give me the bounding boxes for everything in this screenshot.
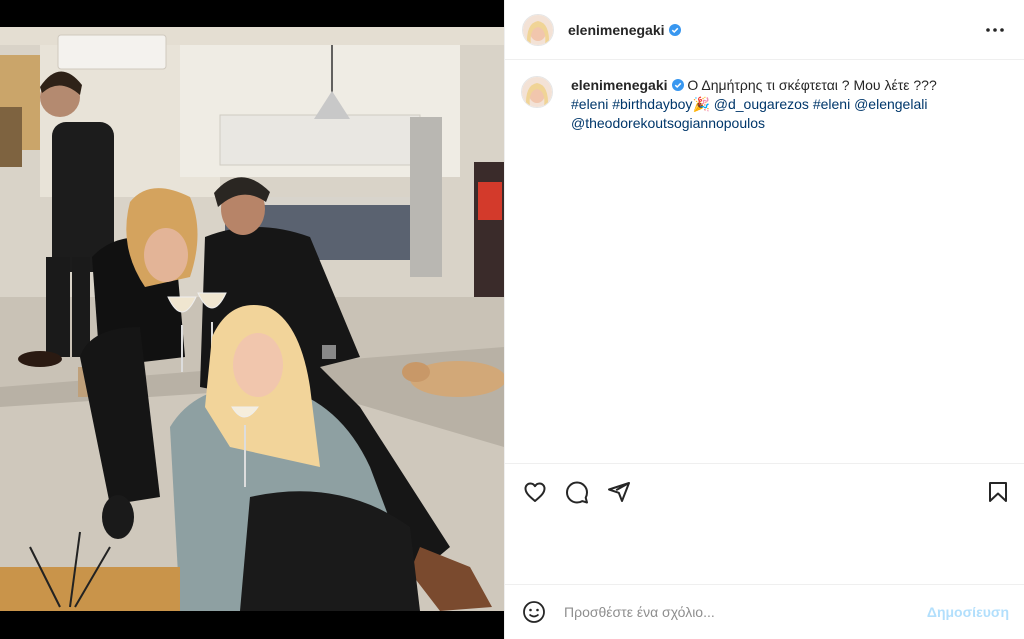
hashtag-link[interactable]: #eleni <box>571 96 608 112</box>
caption-text: elenimenegaki Ο Δημήτρης τι σκέφτεται ? … <box>571 76 991 133</box>
share-icon[interactable] <box>605 478 633 506</box>
post-header: elenimenegaki <box>505 0 1024 60</box>
post-actions <box>505 463 1024 519</box>
caption-verified-badge-icon <box>671 79 684 91</box>
bookmark-icon[interactable] <box>984 478 1012 506</box>
post-photo[interactable] <box>0 27 504 611</box>
hashtag-link[interactable]: #birthdayboy <box>612 96 692 112</box>
post-username[interactable]: elenimenegaki <box>568 22 665 38</box>
caption-avatar[interactable] <box>521 76 553 108</box>
post-caption: elenimenegaki Ο Δημήτρης τι σκέφτεται ? … <box>521 76 1001 133</box>
heart-icon[interactable] <box>521 478 549 506</box>
comment-input[interactable] <box>562 603 896 621</box>
post-sidebar: elenimenegaki elenimenegaki Ο Δημήτρης τ… <box>504 0 1024 639</box>
caption-body: Ο Δημήτρης τι σκέφτεται ? Μου λέτε ??? <box>683 77 937 93</box>
more-options-icon[interactable] <box>983 18 1007 42</box>
comment-bar: Δημοσίευση <box>505 584 1024 639</box>
mention-link[interactable]: @elengelali <box>854 96 927 112</box>
verified-badge-icon <box>668 23 681 36</box>
comment-icon[interactable] <box>563 478 591 506</box>
hashtag-link[interactable]: #eleni <box>813 96 850 112</box>
party-popper-emoji: 🎉 <box>692 96 710 112</box>
caption-tags-line: #eleni #birthdayboy🎉 @d_ougarezos #eleni… <box>571 95 991 114</box>
emoji-icon[interactable] <box>521 599 547 625</box>
mention-link[interactable]: @d_ougarezos <box>714 96 809 112</box>
post-media <box>0 0 504 639</box>
avatar[interactable] <box>522 13 554 46</box>
mention-link[interactable]: @theodorekoutsogiannopoulos <box>571 115 765 131</box>
post-comment-button[interactable]: Δημοσίευση <box>927 604 1009 620</box>
caption-username[interactable]: elenimenegaki <box>571 77 668 93</box>
